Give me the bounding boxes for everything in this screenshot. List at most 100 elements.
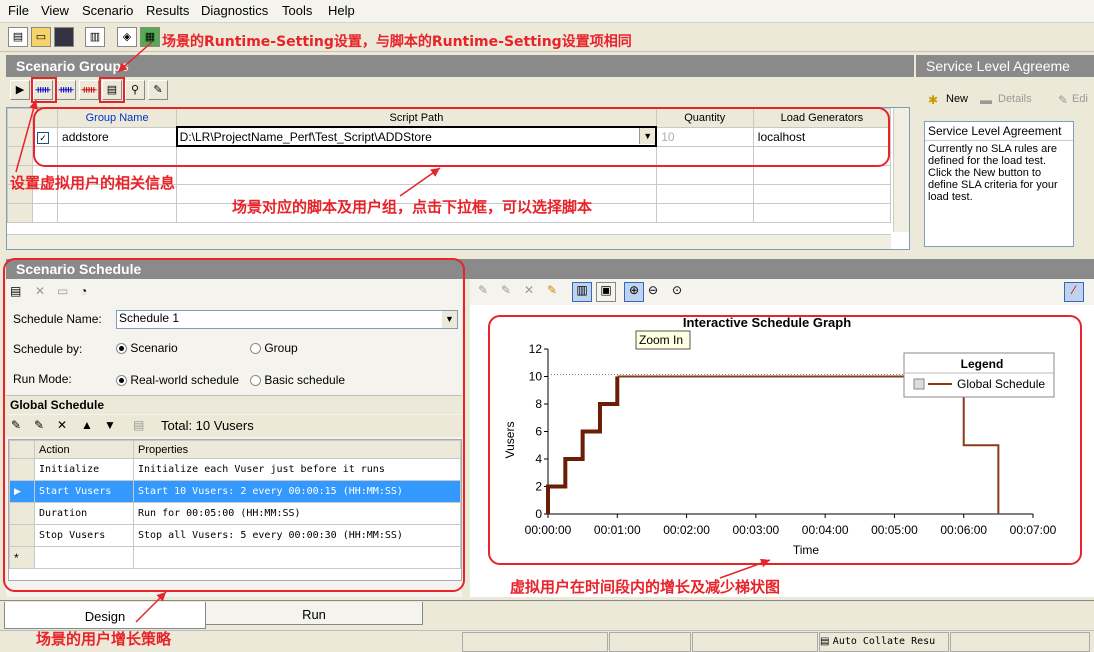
menu-file[interactable]: File bbox=[8, 3, 29, 18]
edit-action-icon[interactable]: ✎ bbox=[34, 418, 44, 432]
col-script-path[interactable]: Script Path bbox=[176, 108, 657, 128]
action-cell[interactable]: Start Vusers bbox=[34, 480, 134, 503]
properties-cell[interactable]: Stop all Vusers: 5 every 00:00:30 (HH:MM… bbox=[133, 524, 461, 547]
action-cell[interactable]: Duration bbox=[34, 502, 134, 525]
col-properties[interactable]: Properties bbox=[133, 440, 461, 459]
radio-group[interactable]: Group bbox=[250, 341, 298, 355]
schedule-graph[interactable]: Interactive Schedule Graph 0 2 4 6 8 10 12 00:0… bbox=[470, 305, 1094, 597]
runtime-settings-icon[interactable]: ▤ bbox=[102, 80, 122, 100]
graph-tool3-icon: ✕ bbox=[524, 283, 535, 297]
open-folder-icon[interactable]: ▭ bbox=[31, 27, 51, 47]
group-name-cell[interactable]: addstore bbox=[57, 126, 178, 147]
col-load-generators[interactable]: Load Generators bbox=[752, 108, 892, 128]
schedule-clock-icon[interactable]: ◔ bbox=[80, 284, 87, 298]
delete-action-icon[interactable]: ✕ bbox=[57, 418, 67, 432]
menu-scenario[interactable]: Scenario bbox=[82, 3, 133, 18]
move-up-icon[interactable]: ▲ bbox=[81, 418, 93, 432]
properties-cell[interactable]: Start 10 Vusers: 2 every 00:00:15 (HH:MM… bbox=[133, 480, 461, 503]
edit-sla-icon: ✎ bbox=[1058, 93, 1069, 107]
graph-edit-icon[interactable]: ⁄ bbox=[1064, 282, 1084, 302]
properties-cell[interactable]: Initialize each Vuser just before it run… bbox=[133, 458, 461, 481]
menu-diagnostics[interactable]: Diagnostics bbox=[201, 3, 268, 18]
details-sla-icon: ▬ bbox=[980, 93, 992, 107]
schedule-name-select[interactable]: Schedule 1 ▼ bbox=[116, 310, 458, 329]
col-quantity[interactable]: Quantity bbox=[655, 108, 754, 128]
menu-help[interactable]: Help bbox=[328, 3, 355, 18]
menu-results[interactable]: Results bbox=[146, 3, 189, 18]
y-tick-label: 4 bbox=[535, 452, 542, 466]
remove-group-icon[interactable]: ᚔ bbox=[79, 80, 99, 100]
analysis-icon[interactable]: ▥ bbox=[85, 27, 105, 47]
new-schedule-icon[interactable]: ▤ bbox=[10, 284, 21, 298]
chevron-down-icon[interactable]: ▼ bbox=[442, 311, 457, 328]
table-row[interactable]: Stop Vusers Stop all Vusers: 5 every 00:… bbox=[9, 524, 461, 547]
annotation-script: 场景对应的脚本及用户组，点击下拉框，可以选择脚本 bbox=[232, 198, 593, 216]
zoom-in-icon[interactable]: ⊕ bbox=[624, 282, 644, 302]
pencil-icon[interactable]: ✎ bbox=[547, 283, 557, 297]
group-enabled-checkbox[interactable]: ✓ bbox=[32, 126, 59, 147]
move-down-icon[interactable]: ▼ bbox=[104, 418, 116, 432]
zoom-reset-icon[interactable]: ⊙ bbox=[672, 283, 682, 297]
action-cell[interactable]: Stop Vusers bbox=[34, 524, 134, 547]
legend-checkbox[interactable] bbox=[913, 378, 925, 390]
tab-design[interactable]: Design bbox=[4, 602, 206, 629]
quantity-cell[interactable]: 10 bbox=[655, 126, 754, 147]
col-group-name[interactable]: Group Name bbox=[57, 108, 178, 128]
properties-cell[interactable]: Run for 00:05:00 (HH:MM:SS) bbox=[133, 502, 461, 525]
script-path-select[interactable]: D:\LR\ProjectName_Perf\Test_Script\ADDSt… bbox=[175, 126, 658, 147]
radio-real-world[interactable]: Real-world schedule bbox=[116, 373, 239, 387]
menu-bar: File View Scenario Results Diagnostics T… bbox=[0, 0, 1094, 23]
y-tick-label: 8 bbox=[535, 397, 542, 411]
fit-view-icon[interactable]: ▣ bbox=[596, 282, 616, 302]
zoom-out-icon[interactable]: ⊖ bbox=[648, 283, 658, 297]
details-icon[interactable]: ⚲ bbox=[125, 80, 145, 100]
graph-view-icon[interactable]: ▥ bbox=[572, 282, 592, 302]
edit-script-icon[interactable]: ✎ bbox=[148, 80, 168, 100]
load-generator-cell[interactable]: localhost bbox=[752, 126, 892, 147]
tab-run[interactable]: Run bbox=[205, 602, 423, 625]
actions-grid: Action Properties Initialize Initialize … bbox=[8, 439, 462, 581]
radio-scenario[interactable]: Scenario bbox=[116, 341, 178, 355]
radio-real-world-dot[interactable] bbox=[116, 375, 127, 387]
add-group-icon[interactable]: ᚔ bbox=[56, 80, 76, 100]
menu-view[interactable]: View bbox=[41, 3, 69, 18]
x-tick-label: 00:05:00 bbox=[871, 523, 918, 537]
vusers-icon[interactable]: ᚔ bbox=[33, 80, 53, 100]
sla-box-text: Currently no SLA rules are defined for t… bbox=[928, 143, 1058, 203]
table-row-new[interactable]: * bbox=[9, 546, 461, 569]
details-sla-button[interactable]: Details bbox=[998, 93, 1032, 105]
new-scenario-icon[interactable]: ▤ bbox=[8, 27, 28, 47]
auto-collate-status[interactable]: ▤ Auto Collate Resu bbox=[819, 632, 949, 652]
y-tick-label: 2 bbox=[535, 480, 542, 494]
radio-basic[interactable]: Basic schedule bbox=[250, 373, 345, 387]
scenario-groups-header: Scenario Groups bbox=[6, 55, 914, 77]
y-tick-label: 12 bbox=[529, 342, 543, 356]
action-cell[interactable] bbox=[34, 546, 134, 569]
table-row[interactable]: Initialize Initialize each Vuser just be… bbox=[9, 458, 461, 481]
save-icon[interactable] bbox=[54, 27, 74, 47]
radio-group-dot[interactable] bbox=[250, 343, 261, 355]
new-sla-icon[interactable]: ✱ bbox=[928, 93, 938, 107]
action-cell[interactable]: Initialize bbox=[34, 458, 134, 481]
tuning-icon[interactable]: ◈ bbox=[117, 27, 137, 47]
radio-basic-dot[interactable] bbox=[250, 375, 261, 387]
properties-cell[interactable] bbox=[133, 546, 461, 569]
schedule-name-value: Schedule 1 bbox=[119, 311, 180, 325]
vertical-scrollbar[interactable] bbox=[893, 108, 909, 232]
play-icon[interactable]: ▶ bbox=[10, 80, 30, 100]
edit-sla-button[interactable]: Edi bbox=[1072, 93, 1088, 105]
add-action-icon[interactable]: ✎ bbox=[11, 418, 21, 432]
horizontal-scrollbar[interactable] bbox=[7, 234, 891, 249]
new-sla-button[interactable]: New bbox=[946, 93, 968, 105]
menu-tools[interactable]: Tools bbox=[282, 3, 312, 18]
graph-tool1-icon: ✎ bbox=[478, 283, 489, 297]
radio-scenario-label: Scenario bbox=[130, 341, 178, 355]
results-icon[interactable]: ▦ bbox=[140, 27, 160, 47]
zoom-in-tooltip: Zoom In bbox=[639, 333, 683, 347]
table-row[interactable]: Duration Run for 00:05:00 (HH:MM:SS) bbox=[9, 502, 461, 525]
col-action[interactable]: Action bbox=[34, 440, 134, 459]
radio-scenario-dot[interactable] bbox=[116, 343, 127, 355]
chevron-down-icon[interactable]: ▼ bbox=[639, 129, 655, 144]
table-row-selected[interactable]: ▶ Start Vusers Start 10 Vusers: 2 every … bbox=[9, 480, 461, 503]
annotation-users: 设置虚拟用户的相关信息 bbox=[10, 174, 176, 192]
